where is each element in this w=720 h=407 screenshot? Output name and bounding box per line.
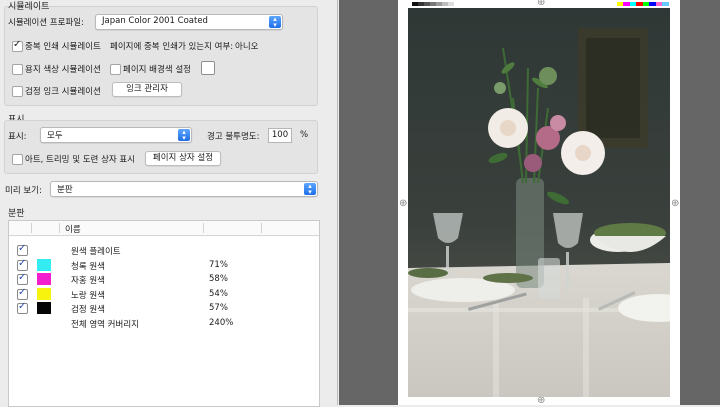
grayscale-color-bar bbox=[412, 2, 460, 6]
warning-opacity-label: 경고 불투명도: bbox=[207, 132, 260, 142]
page-bg-label: 페이지 배경색 설정 bbox=[123, 65, 191, 75]
separation-row[interactable]: 검정 원색 57% bbox=[9, 301, 319, 315]
separation-name: 자홍 원색 bbox=[71, 276, 105, 286]
preview-select[interactable]: 분판 ▴ ▾ bbox=[50, 181, 318, 197]
separation-name: 원색 플레이트 bbox=[71, 247, 121, 257]
column-divider bbox=[59, 223, 60, 233]
separations-table: 이름 원색 플레이트청록 원색 71% 자홍 원색 58% 노랑 원색 54% 검정 원색 5… bbox=[8, 220, 320, 407]
separation-row[interactable]: 원색 플레이트 bbox=[9, 243, 319, 257]
simulation-profile-value: Japan Color 2001 Coated bbox=[102, 16, 208, 26]
warning-opacity-unit: % bbox=[300, 130, 309, 140]
paper-color-label: 용지 색상 시뮬레이션 bbox=[25, 65, 101, 75]
separation-visibility-checkbox[interactable] bbox=[17, 287, 28, 300]
black-ink-checkbox[interactable] bbox=[12, 86, 23, 97]
process-color-bar bbox=[617, 2, 669, 6]
chevron-updown-icon: ▴ ▾ bbox=[178, 129, 190, 142]
separation-visibility-checkbox[interactable] bbox=[17, 258, 28, 271]
separation-name: 검정 원색 bbox=[71, 305, 105, 315]
separations-title: 분판 bbox=[8, 209, 25, 219]
paper-color-checkbox[interactable] bbox=[12, 64, 23, 75]
separation-row[interactable]: 노랑 원색 54% bbox=[9, 287, 319, 301]
page-box-button[interactable]: 페이지 상자 설정 bbox=[145, 151, 221, 166]
chevron-updown-icon: ▴ ▾ bbox=[304, 183, 316, 196]
profile-label: 시뮬레이션 프로파일: bbox=[8, 18, 84, 28]
name-column-header[interactable]: 이름 bbox=[65, 223, 81, 235]
separation-row[interactable]: 자홍 원색 58% bbox=[9, 272, 319, 286]
page-bg-color-swatch[interactable] bbox=[201, 61, 215, 75]
separation-coverage: 57% bbox=[209, 303, 228, 313]
separation-coverage: 58% bbox=[209, 274, 228, 284]
chevron-updown-icon: ▴ ▾ bbox=[269, 16, 281, 29]
separation-name: 전체 영역 커버리지 bbox=[71, 319, 139, 330]
ink-manager-button[interactable]: 잉크 관리자 bbox=[112, 82, 182, 97]
registration-mark-icon: ⊕ bbox=[671, 198, 680, 209]
page-overprint-value: 아니오 bbox=[235, 42, 259, 52]
document-photo bbox=[408, 8, 670, 397]
registration-mark-icon: ⊕ bbox=[399, 198, 408, 209]
ink-color-swatch bbox=[37, 258, 51, 271]
simulation-profile-select[interactable]: Japan Color 2001 Coated ▴ ▾ bbox=[95, 14, 283, 30]
separation-visibility-checkbox[interactable] bbox=[17, 301, 28, 314]
ink-color-swatch bbox=[37, 302, 51, 314]
table-header: 이름 bbox=[9, 221, 319, 236]
page-bg-checkbox[interactable] bbox=[110, 64, 121, 75]
separation-row[interactable]: 청록 원색 71% bbox=[9, 258, 319, 272]
separation-coverage: 71% bbox=[209, 259, 228, 270]
art-trim-checkbox[interactable] bbox=[12, 154, 23, 165]
separation-coverage: 240% bbox=[209, 317, 234, 328]
column-divider bbox=[31, 223, 32, 233]
separation-name: 노랑 원색 bbox=[71, 290, 105, 301]
page-overprint-label: 페이지에 중복 인쇄가 있는지 여부: bbox=[110, 42, 234, 52]
separation-visibility-checkbox[interactable] bbox=[17, 243, 28, 256]
ink-color-swatch bbox=[37, 287, 51, 300]
show-select[interactable]: 모두 ▴ ▾ bbox=[40, 127, 192, 143]
column-divider bbox=[203, 223, 204, 233]
separation-name: 청록 원색 bbox=[71, 261, 105, 272]
show-value: 모두 bbox=[47, 131, 63, 141]
separation-coverage: 54% bbox=[209, 288, 228, 299]
warning-opacity-input[interactable]: 100 bbox=[268, 128, 292, 143]
separation-visibility-checkbox[interactable] bbox=[17, 272, 28, 285]
simulation-title: 시뮬레이트 bbox=[8, 2, 50, 12]
output-preview-panel: 시뮬레이트 시뮬레이션 프로파일: Japan Color 2001 Coate… bbox=[0, 0, 338, 407]
photo-illustration bbox=[408, 8, 670, 397]
black-ink-label: 검정 잉크 시뮬레이션 bbox=[25, 87, 101, 97]
ink-color-swatch bbox=[37, 273, 51, 285]
overprint-checkbox[interactable] bbox=[12, 39, 23, 52]
separation-row[interactable]: 전체 영역 커버리지 240% bbox=[9, 316, 319, 330]
overprint-label: 중복 인쇄 시뮬레이트 bbox=[25, 42, 101, 52]
column-divider bbox=[261, 223, 262, 233]
preview-value: 분판 bbox=[57, 185, 73, 195]
art-trim-label: 아트, 트리밍 및 도련 상자 표시 bbox=[25, 155, 136, 165]
registration-mark-icon: ⊕ bbox=[537, 0, 546, 8]
preview-label: 미리 보기: bbox=[5, 186, 42, 196]
show-label: 표시: bbox=[8, 132, 27, 142]
